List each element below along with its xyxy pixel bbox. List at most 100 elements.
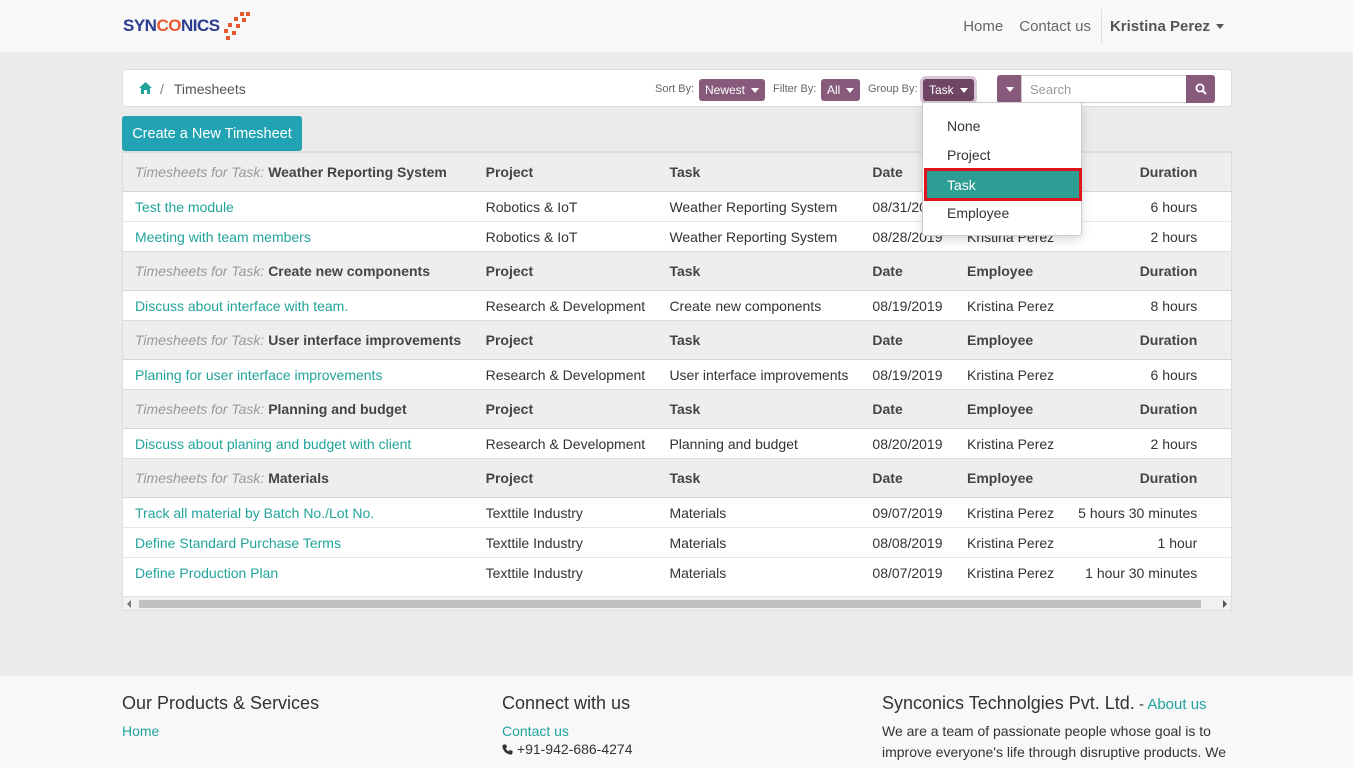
timesheet-description-link[interactable]: Define Standard Purchase Terms	[123, 527, 474, 558]
column-header-task: Task	[657, 251, 861, 291]
footer-about-text: We are a team of passionate people whose…	[882, 723, 1227, 760]
nav-divider	[1100, 9, 1102, 43]
scroll-right-icon[interactable]	[1223, 600, 1227, 608]
header-spacer	[1209, 320, 1231, 360]
group-title: Timesheets for Task: Create new componen…	[123, 251, 474, 291]
cell-date: 08/19/2019	[860, 290, 956, 321]
nav-menu: Home Contact us Kristina Perez	[947, 0, 1224, 52]
timesheet-description-link[interactable]: Discuss about interface with team.	[123, 290, 474, 321]
logo-text: SYNCONICS	[123, 16, 220, 35]
cell-date: 08/20/2019	[860, 428, 956, 459]
column-header-date: Date	[860, 320, 956, 360]
timesheet-description-link[interactable]: Define Production Plan	[123, 557, 474, 588]
group-prefix: Timesheets for Task:	[135, 401, 265, 417]
breadcrumb: / Timesheets	[139, 81, 246, 97]
cell-task: Create new components	[657, 290, 861, 321]
group-option-none[interactable]: None	[923, 111, 1081, 140]
group-header-row: Timesheets for Task: User interface impr…	[123, 320, 1231, 360]
cell-project: Texttile Industry	[473, 557, 658, 588]
scroll-left-icon[interactable]	[127, 600, 131, 608]
group-dropdown-button[interactable]: Task	[923, 79, 974, 101]
delete-button[interactable]	[1209, 527, 1231, 558]
cell-project: Research & Development	[473, 290, 658, 321]
column-header-date: Date	[860, 251, 956, 291]
cell-duration: 6 hours	[1066, 359, 1210, 390]
cell-employee: Kristina Perez	[955, 497, 1067, 528]
timesheet-description-link[interactable]: Planing for user interface improvements	[123, 359, 474, 390]
column-header-duration: Duration	[1066, 251, 1210, 291]
group-option-employee[interactable]: Employee	[923, 198, 1081, 227]
table-row: Discuss about interface with team. Resear…	[123, 290, 1231, 321]
filter-dropdown-button[interactable]: All	[821, 79, 861, 101]
footer-about-link[interactable]: About us	[1147, 696, 1206, 713]
search-options-toggle[interactable]	[997, 75, 1022, 103]
nav-contact-link[interactable]: Contact us	[1019, 18, 1091, 35]
delete-button[interactable]	[1209, 221, 1231, 252]
group-title: Timesheets for Task: Planning and budget	[123, 389, 474, 429]
header-spacer	[1209, 251, 1231, 291]
cell-project: Research & Development	[473, 428, 658, 459]
nav-home-link[interactable]: Home	[963, 18, 1003, 35]
group-name: Planning and budget	[268, 401, 407, 417]
column-header-employee: Employee	[955, 389, 1067, 429]
footer-home-link[interactable]: Home	[122, 723, 319, 739]
scroll-thumb[interactable]	[139, 600, 1201, 608]
timesheet-description-link[interactable]: Track all material by Batch No./Lot No.	[123, 497, 474, 528]
cell-employee: Kristina Perez	[955, 527, 1067, 558]
column-header-date: Date	[860, 458, 956, 498]
search-button[interactable]	[1186, 75, 1215, 103]
footer-company-heading: Synconics Technolgies Pvt. Ltd. - About …	[882, 693, 1232, 714]
delete-button[interactable]	[1209, 359, 1231, 390]
group-by-menu: None Project Task Employee	[922, 102, 1082, 236]
delete-button[interactable]	[1209, 428, 1231, 459]
column-header-task: Task	[657, 152, 861, 192]
phone-icon	[502, 744, 513, 755]
footer-contact-link[interactable]: Contact us	[502, 723, 633, 739]
brand-logo[interactable]: SYNCONICS	[123, 10, 252, 42]
home-icon[interactable]	[139, 81, 152, 97]
group-option-task[interactable]: Task	[924, 168, 1082, 201]
cell-duration: 1 hour 30 minutes	[1066, 557, 1210, 588]
cell-duration: 5 hours 30 minutes	[1066, 497, 1210, 528]
column-header-employee: Employee	[955, 320, 1067, 360]
navbar: SYNCONICS Home Contact us Kristina Perez	[0, 0, 1353, 52]
footer-company: Synconics Technolgies Pvt. Ltd. - About …	[882, 693, 1232, 763]
delete-button[interactable]	[1209, 557, 1231, 588]
table-row: Planing for user interface improvements R…	[123, 359, 1231, 390]
group-name: Weather Reporting System	[268, 164, 447, 180]
cell-task: Materials	[657, 497, 861, 528]
search-icon	[1195, 83, 1207, 95]
column-header-task: Task	[657, 320, 861, 360]
cell-task: Weather Reporting System	[657, 221, 861, 252]
cell-project: Research & Development	[473, 359, 658, 390]
horizontal-scrollbar[interactable]	[123, 596, 1231, 610]
column-header-duration: Duration	[1066, 389, 1210, 429]
create-timesheet-button[interactable]: Create a New Timesheet	[122, 116, 302, 151]
cell-date: 08/07/2019	[860, 557, 956, 588]
timesheet-description-link[interactable]: Discuss about planing and budget with cl…	[123, 428, 474, 459]
group-label: Group By:	[868, 83, 918, 95]
sort-dropdown-button[interactable]: Newest	[699, 79, 766, 101]
header-spacer	[1209, 389, 1231, 429]
column-header-project: Project	[473, 389, 658, 429]
search-input[interactable]	[1021, 75, 1187, 103]
group-prefix: Timesheets for Task:	[135, 332, 265, 348]
breadcrumb-separator: /	[160, 81, 164, 97]
delete-button[interactable]	[1209, 191, 1231, 222]
group-name: Materials	[268, 470, 329, 486]
delete-button[interactable]	[1209, 497, 1231, 528]
table-row: Define Standard Purchase Terms Texttile I…	[123, 527, 1231, 558]
breadcrumb-current: Timesheets	[173, 81, 246, 97]
user-menu[interactable]: Kristina Perez	[1110, 18, 1224, 35]
group-prefix: Timesheets for Task:	[135, 164, 265, 180]
delete-button[interactable]	[1209, 290, 1231, 321]
group-option-project[interactable]: Project	[923, 140, 1081, 169]
table-row: Track all material by Batch No./Lot No. T…	[123, 497, 1231, 528]
cell-project: Robotics & IoT	[473, 191, 658, 222]
timesheet-description-link[interactable]: Meeting with team members	[123, 221, 474, 252]
column-header-project: Project	[473, 458, 658, 498]
cell-task: User interface improvements	[657, 359, 861, 390]
group-title: Timesheets for Task: Weather Reporting S…	[123, 152, 474, 192]
timesheet-description-link[interactable]: Test the module	[123, 191, 474, 222]
chevron-down-icon	[846, 87, 855, 93]
